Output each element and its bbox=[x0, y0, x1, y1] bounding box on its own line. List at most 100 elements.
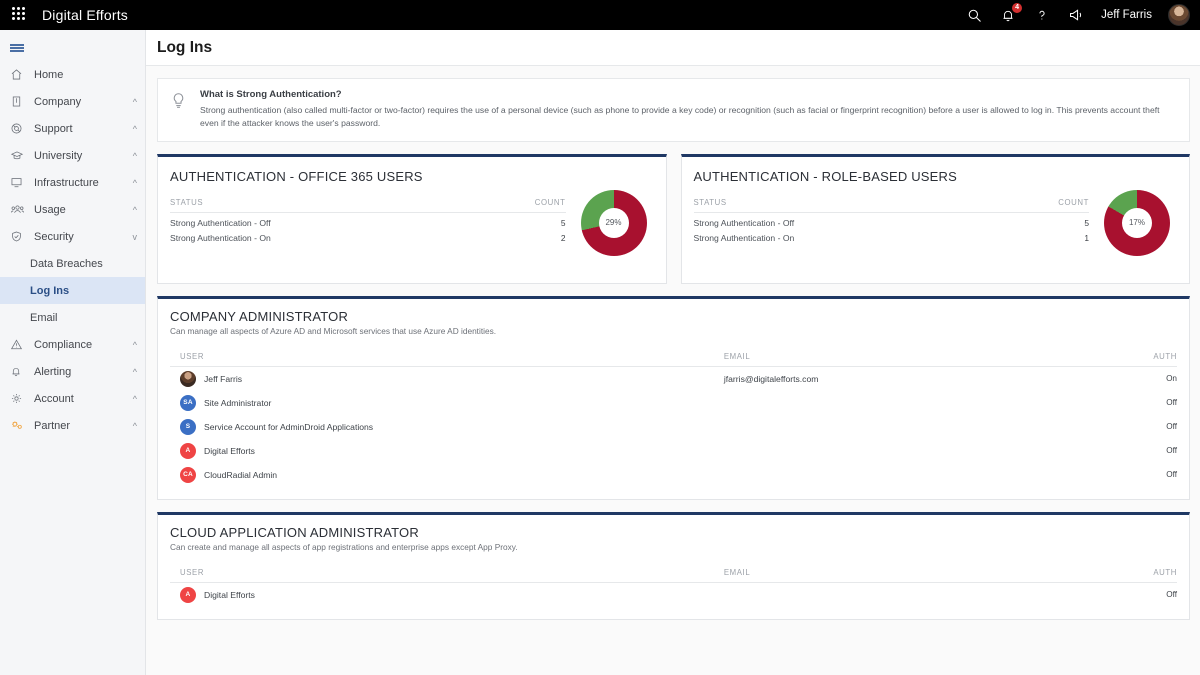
status-count: 5 bbox=[560, 217, 566, 228]
table-row[interactable]: S Service Account for AdminDroid Applica… bbox=[170, 415, 1177, 439]
status-table: STATUS COUNT Strong Authentication - Off… bbox=[693, 197, 1090, 243]
panel-title: COMPANY ADMINISTRATOR bbox=[170, 308, 349, 324]
sidebar-item-data-breaches[interactable]: Data Breaches bbox=[0, 250, 145, 277]
auth-status: Off bbox=[1166, 422, 1177, 432]
user-name: Service Account for AdminDroid Applicati… bbox=[204, 421, 374, 432]
sidebar-item-home[interactable]: Home bbox=[0, 61, 145, 88]
sidebar-item-label: Support bbox=[34, 122, 73, 135]
panel-subtitle: Can create and manage all aspects of app… bbox=[170, 541, 518, 552]
table-row[interactable]: SA Site Administrator Off bbox=[170, 391, 1177, 415]
user-email bbox=[724, 439, 1076, 463]
auth-status: Off bbox=[1166, 590, 1177, 600]
table-row[interactable]: Strong Authentication - On 2 bbox=[170, 228, 566, 243]
status-count: 2 bbox=[560, 232, 566, 243]
table-row[interactable]: CA CloudRadial Admin Off bbox=[170, 463, 1177, 487]
column-email: EMAIL bbox=[723, 351, 1077, 367]
donut-center-label: 17% bbox=[1122, 207, 1152, 238]
lifebuoy-icon bbox=[10, 122, 28, 136]
role-members-table: USER EMAIL AUTH A Digital Efforts Off bbox=[170, 567, 1177, 607]
sidebar-item-label: University bbox=[34, 149, 83, 162]
sidebar-item-compliance[interactable]: Compliance ^ bbox=[0, 331, 145, 358]
home-icon bbox=[10, 68, 28, 82]
table-header-row: STATUS COUNT bbox=[170, 197, 566, 213]
chevron-up-icon: ^ bbox=[132, 204, 137, 215]
donut-ring: 17% bbox=[1104, 189, 1170, 256]
topbar-actions: 4 Jeff Farris bbox=[965, 3, 1190, 26]
panel-title: CLOUD APPLICATION ADMINISTRATOR bbox=[170, 524, 419, 540]
graduation-cap-icon bbox=[10, 149, 28, 163]
sidebar-item-label: Alerting bbox=[34, 365, 72, 378]
card-role-based-users: AUTHENTICATION - ROLE-BASED USERS STATUS… bbox=[680, 153, 1190, 284]
partner-gears-icon bbox=[10, 419, 28, 433]
sidebar-item-alerting[interactable]: Alerting ^ bbox=[0, 358, 145, 385]
search-icon[interactable] bbox=[965, 6, 983, 24]
bell-icon[interactable]: 4 bbox=[999, 3, 1023, 24]
grid-apps-icon[interactable] bbox=[12, 7, 28, 23]
column-email: EMAIL bbox=[723, 567, 1077, 583]
page-header: Log Ins bbox=[146, 30, 1200, 66]
chevron-up-icon: ^ bbox=[132, 339, 137, 350]
table-header-row: USER EMAIL AUTH bbox=[170, 567, 1177, 583]
warning-triangle-icon bbox=[10, 338, 28, 352]
status-count: 5 bbox=[1084, 217, 1089, 228]
hamburger-menu-icon[interactable] bbox=[0, 35, 145, 61]
sidebar-item-infrastructure[interactable]: Infrastructure ^ bbox=[0, 169, 145, 196]
chevron-up-icon: ^ bbox=[132, 150, 137, 161]
sidebar-subitem-label: Log Ins bbox=[30, 284, 70, 297]
auth-status: Off bbox=[1166, 398, 1177, 408]
sidebar-item-label: Home bbox=[34, 68, 64, 81]
sidebar-item-email[interactable]: Email bbox=[0, 304, 145, 331]
table-row[interactable]: Strong Authentication - On 1 bbox=[694, 228, 1090, 243]
building-icon bbox=[10, 95, 28, 109]
sidebar-item-support[interactable]: Support ^ bbox=[0, 115, 145, 142]
table-row[interactable]: Strong Authentication - Off 5 bbox=[694, 212, 1090, 228]
column-status: STATUS bbox=[170, 197, 474, 213]
sidebar-item-label: Infrastructure bbox=[34, 176, 99, 189]
table-row[interactable]: A Digital Efforts Off bbox=[170, 582, 1177, 607]
bell-icon bbox=[10, 365, 28, 379]
table-row[interactable]: A Digital Efforts Off bbox=[170, 439, 1177, 463]
chevron-down-icon: v bbox=[132, 231, 138, 242]
table-row[interactable]: Strong Authentication - Off 5 bbox=[170, 212, 566, 228]
sidebar-item-company[interactable]: Company ^ bbox=[0, 88, 145, 115]
sidebar-item-label: Company bbox=[34, 95, 82, 108]
user-email bbox=[724, 415, 1076, 439]
sidebar-item-account[interactable]: Account ^ bbox=[0, 385, 145, 412]
user-name: Digital Efforts bbox=[204, 589, 255, 600]
table-row[interactable]: Jeff Farris jfarris@digitalefforts.com O… bbox=[170, 366, 1177, 391]
chevron-up-icon: ^ bbox=[132, 393, 137, 404]
card-title: AUTHENTICATION - OFFICE 365 USERS bbox=[170, 168, 423, 184]
column-user: USER bbox=[170, 567, 724, 583]
sidebar-item-log-ins[interactable]: Log Ins bbox=[0, 277, 145, 304]
top-app-bar: Digital Efforts 4 Jeff Farris bbox=[0, 0, 1200, 30]
sidebar-item-usage[interactable]: Usage ^ bbox=[0, 196, 145, 223]
panel-company-administrator: COMPANY ADMINISTRATOR Can manage all asp… bbox=[157, 295, 1190, 500]
card-title: AUTHENTICATION - ROLE-BASED USERS bbox=[693, 168, 958, 184]
column-auth: AUTH bbox=[1076, 567, 1177, 583]
chevron-up-icon: ^ bbox=[132, 96, 137, 107]
avatar[interactable] bbox=[1168, 4, 1190, 26]
page-title: Log Ins bbox=[157, 38, 213, 56]
sidebar-item-university[interactable]: University ^ bbox=[0, 142, 145, 169]
panel-cloud-application-administrator: CLOUD APPLICATION ADMINISTRATOR Can crea… bbox=[157, 511, 1190, 620]
sidebar-item-label: Partner bbox=[34, 419, 71, 432]
status-table: STATUS COUNT Strong Authentication - Off… bbox=[170, 197, 566, 243]
status-label: Strong Authentication - On bbox=[693, 232, 795, 243]
user-avatar bbox=[180, 370, 196, 387]
brand-title: Digital Efforts bbox=[42, 7, 128, 23]
donut-ring: 29% bbox=[580, 189, 647, 256]
app-shell: Home Company ^ Support ^ University ^ In… bbox=[0, 30, 1200, 675]
sidebar-item-security[interactable]: Security v bbox=[0, 223, 145, 250]
status-count: 1 bbox=[1084, 232, 1089, 243]
user-email bbox=[724, 582, 1076, 607]
megaphone-icon[interactable] bbox=[1067, 6, 1085, 24]
column-count: COUNT bbox=[473, 197, 566, 213]
panel-subtitle: Can manage all aspects of Azure AD and M… bbox=[170, 325, 497, 336]
question-mark-icon[interactable] bbox=[1033, 6, 1051, 24]
user-name-label[interactable]: Jeff Farris bbox=[1101, 9, 1152, 21]
user-email: jfarris@digitalefforts.com bbox=[723, 373, 819, 384]
sidebar: Home Company ^ Support ^ University ^ In… bbox=[0, 30, 146, 675]
info-banner: What is Strong Authentication? Strong au… bbox=[157, 78, 1190, 142]
user-name: Digital Efforts bbox=[204, 445, 255, 456]
sidebar-item-partner[interactable]: Partner ^ bbox=[0, 412, 145, 439]
